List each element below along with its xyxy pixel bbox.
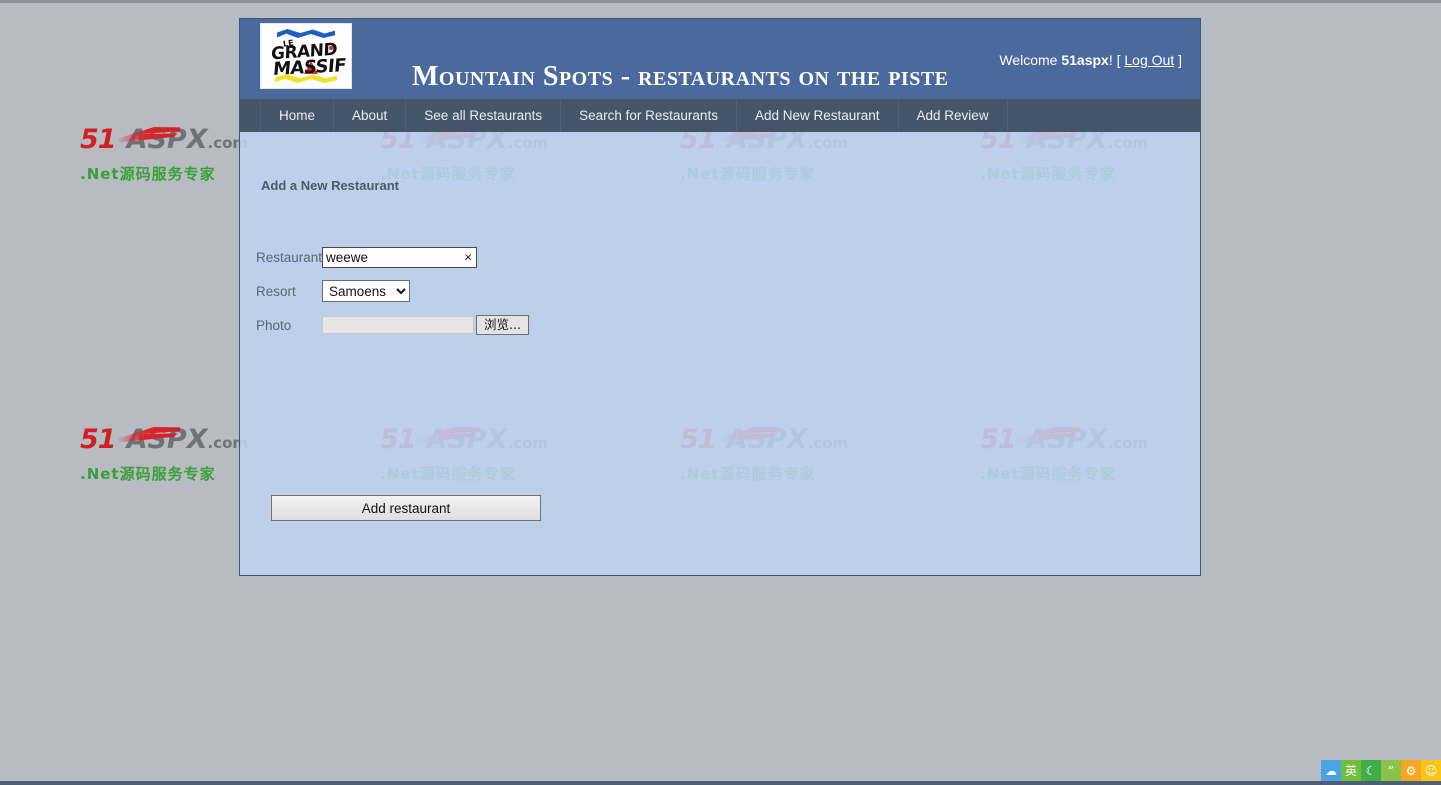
quotes-icon[interactable]: ” [1381,760,1401,781]
resort-label: Resort [256,283,296,299]
cloud-icon[interactable]: ☁ [1321,760,1341,781]
clear-icon[interactable]: × [464,251,472,264]
photo-file-path-field[interactable] [322,316,474,334]
swoosh-icon [118,427,180,443]
welcome-end: ] [1174,52,1182,68]
site-header: LE GRAND MASSIF Mountain Spots - restaur… [240,19,1200,99]
resort-row: Resort Samoens [256,274,529,308]
nav-item-home[interactable]: Home [260,99,335,132]
ime-language-icon[interactable]: 英 [1341,760,1361,781]
nav-item-add-review[interactable]: Add Review [899,99,1008,132]
photo-label: Photo [256,317,292,333]
photo-browse-button[interactable]: 浏览... [476,315,529,335]
add-restaurant-form: Restaurant × Resort Samoens Photo [256,240,529,342]
desktop: 51 ASPX.com .Net源码服务专家 51 ASPX.com .Net源码服务专家… [0,0,1441,785]
smiley-icon[interactable]: ☺ [1421,760,1441,781]
screen-bottom-edge [0,781,1441,785]
form-heading: Add a New Restaurant [261,178,399,193]
photo-row: Photo 浏览... [256,308,529,342]
watermark-51: 51 [80,124,117,155]
grand-massif-logo: LE GRAND MASSIF [260,23,352,89]
nav-item-see-all-restaurants[interactable]: See all Restaurants [406,99,562,132]
welcome-prefix: Welcome [999,52,1062,68]
welcome-bar: Welcome 51aspx! [ Log Out ] [999,52,1182,68]
watermark-aspx: ASPX [126,424,208,455]
system-tray: ☁ 英 ☾” ⚙ ☺ [1321,760,1441,781]
main-navigation: Home About See all Restaurants Search for R… [240,99,1200,132]
watermark-aspx: ASPX [126,124,208,155]
logo-blue-wave-icon [277,29,335,38]
screen-top-edge [0,0,1441,3]
page-title: Mountain Spots - restaurants on the pist… [412,61,949,92]
app-window: LE GRAND MASSIF Mountain Spots - restaur… [239,18,1201,576]
restaurant-row: Restaurant × [256,240,529,274]
resort-select[interactable]: Samoens [322,280,410,302]
restaurant-label: Restaurant [256,249,323,265]
logo-red-dot-icon [329,46,333,50]
welcome-suffix: ! [ [1108,52,1125,68]
restaurant-input[interactable] [322,246,477,268]
watermark-51: 51 [80,424,117,455]
add-restaurant-button[interactable]: Add restaurant [271,495,541,521]
nav-item-add-new-restaurant[interactable]: Add New Restaurant [737,99,899,132]
logout-link[interactable]: Log Out [1124,52,1174,68]
nav-item-about[interactable]: About [334,99,407,132]
moon-icon[interactable]: ☾ [1361,760,1381,781]
photo-file-input[interactable]: 浏览... [322,315,529,335]
gear-icon[interactable]: ⚙ [1401,760,1421,781]
welcome-username: 51aspx [1061,52,1109,68]
swoosh-icon [118,127,180,143]
restaurant-input-wrap: × [322,246,477,268]
nav-item-search-for-restaurants[interactable]: Search for Restaurants [561,99,737,132]
